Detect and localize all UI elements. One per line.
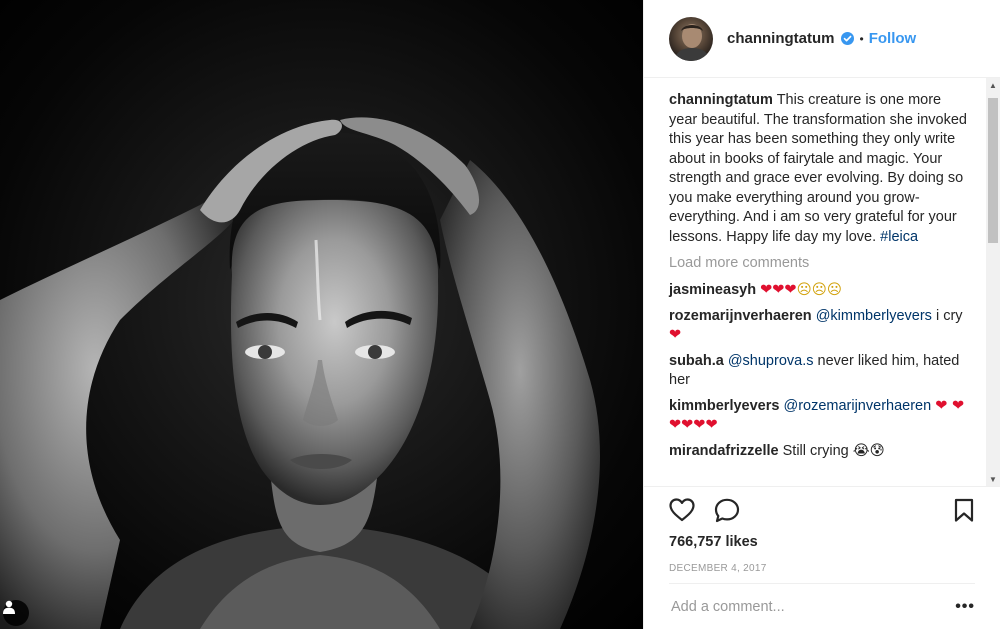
comments-scrollbar[interactable]: ▲ ▼ [986,78,1000,486]
post-actions [644,486,1000,538]
verified-badge-icon [840,32,854,45]
author-username[interactable]: channingtatum [727,30,835,47]
comment-item: jasmineasyh ❤❤❤☹☹☹ [669,281,971,301]
caption-text: This creature is one more year beautiful… [669,92,967,245]
comments-list[interactable]: channingtatum This creature is one more … [644,78,1000,486]
caption-username[interactable]: channingtatum [669,92,773,108]
comment-mention[interactable]: @shuprova.s [728,353,814,369]
comment-username[interactable]: mirandafrizzelle [669,443,779,459]
portrait-illustration [0,117,600,629]
heart-icon[interactable] [669,498,695,522]
likes-count[interactable]: 766,757 likes [669,534,758,550]
scroll-down-arrow-icon[interactable]: ▼ [986,472,1000,486]
comment-text: Still crying [782,442,849,459]
caption-hashtag[interactable]: #leica [880,229,918,245]
comment-mention[interactable]: @rozemarijnverhaeren [783,398,931,414]
scroll-up-arrow-icon[interactable]: ▲ [986,78,1000,92]
comment-username[interactable]: subah.a [669,353,724,369]
comment-item: subah.a @shuprova.s never liked him, hat… [669,352,971,391]
add-comment-bar: ••• [669,583,975,629]
caption: channingtatum This creature is one more … [669,91,971,247]
author-avatar[interactable] [669,16,713,61]
post-photo[interactable] [0,0,643,629]
scrollbar-thumb[interactable] [988,98,998,243]
separator-dot: • [859,31,864,46]
follow-button[interactable]: Follow [869,30,917,47]
post-date: DECEMBER 4, 2017 [669,563,767,574]
comment-mention[interactable]: @kimmberlyevers [816,308,932,324]
comment-item: rozemarijnverhaeren @kimmberlyevers i cr… [669,307,971,346]
more-options-icon[interactable]: ••• [955,598,975,616]
post-side-panel: channingtatum • Follow channingtatum Thi… [643,0,1000,629]
add-comment-input[interactable] [669,597,943,616]
comment-emoji: ❤❤❤☹☹☹ [760,282,842,298]
instagram-post: channingtatum • Follow channingtatum Thi… [0,0,1000,629]
post-header: channingtatum • Follow [644,0,1000,78]
comment-username[interactable]: rozemarijnverhaeren [669,308,812,324]
comment-emoji: 😭😰 [852,442,885,459]
user-tag-icon[interactable] [3,600,29,626]
load-more-comments-button[interactable]: Load more comments [669,255,971,271]
comment-emoji: ❤ [669,327,682,343]
comment-item: kimmberlyevers @rozemarijnverhaeren ❤ ❤❤… [669,397,971,436]
comment-username[interactable]: kimmberlyevers [669,398,779,414]
comment-username[interactable]: jasmineasyh [669,282,756,298]
comment-text: i cry [935,307,963,324]
comment-icon[interactable] [714,498,740,523]
comment-item: mirandafrizzelle Still crying 😭😰 [669,442,971,462]
bookmark-icon[interactable] [953,498,975,523]
